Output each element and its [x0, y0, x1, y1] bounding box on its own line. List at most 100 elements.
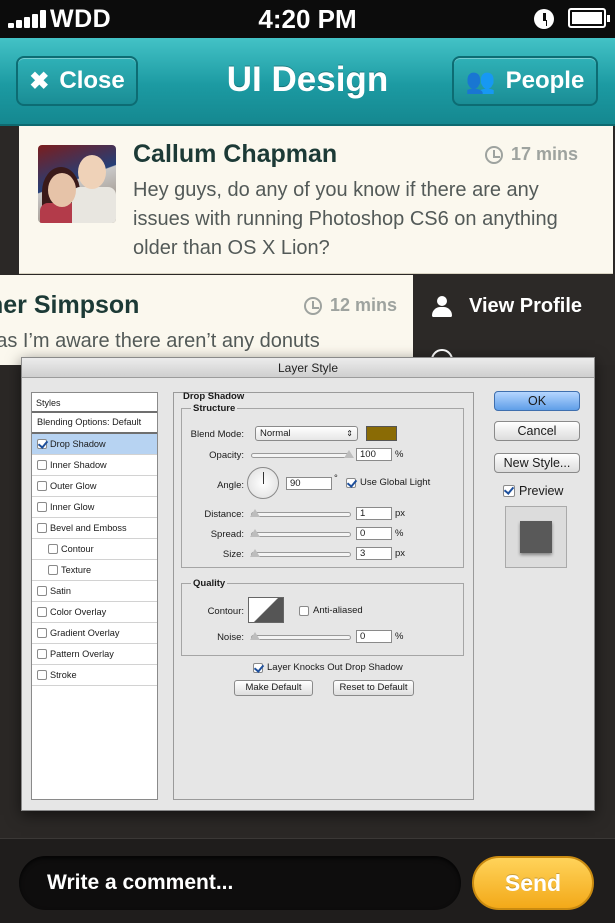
checkbox-checked-icon[interactable] [503, 485, 515, 497]
opacity-input[interactable]: 100 [356, 448, 392, 461]
checkbox-icon[interactable] [299, 605, 309, 616]
comment-input[interactable]: Write a comment... [19, 856, 461, 910]
style-item[interactable]: Gradient Overlay [32, 623, 157, 644]
style-item[interactable]: Satin [32, 581, 157, 602]
checkbox-checked-icon[interactable] [37, 439, 47, 449]
distance-input[interactable]: 1 [356, 507, 392, 520]
styles-header[interactable]: Styles [32, 393, 157, 413]
slider-thumb[interactable] [250, 509, 260, 517]
post-message: Hey guys, do any of you know if there ar… [133, 179, 558, 259]
style-preview [505, 506, 567, 568]
style-item[interactable]: Texture [32, 560, 157, 581]
send-button[interactable]: Send [472, 856, 594, 910]
noise-input[interactable]: 0 [356, 630, 392, 643]
comment-bar: Write a comment... Send [0, 838, 615, 923]
new-style-button[interactable]: New Style... [494, 453, 580, 473]
angle-input[interactable]: 90 [286, 477, 332, 490]
slider-thumb[interactable] [250, 632, 260, 640]
knocks-out-toggle[interactable]: Layer Knocks Out Drop Shadow [253, 662, 403, 673]
clock-icon [485, 145, 503, 164]
people-button[interactable]: 👥 People [452, 56, 598, 106]
people-icon: 👥 [465, 67, 496, 95]
distance-slider[interactable] [250, 509, 351, 517]
post-author[interactable]: Callum Chapman [133, 140, 337, 169]
checkbox-icon[interactable] [37, 670, 47, 680]
post-author[interactable]: her Simpson [0, 291, 139, 320]
status-bar: WDD 4:20 PM [0, 0, 615, 38]
spread-slider[interactable] [250, 529, 351, 537]
style-item[interactable]: Color Overlay [32, 602, 157, 623]
contour-label: Contour: [207, 606, 244, 617]
size-label: Size: [222, 549, 244, 560]
checkbox-icon[interactable] [37, 607, 47, 617]
style-item-label: Pattern Overlay [50, 648, 114, 659]
checkbox-icon[interactable] [48, 544, 58, 554]
post-time-text: 17 mins [511, 144, 579, 164]
style-item[interactable]: Pattern Overlay [32, 644, 157, 665]
reset-to-default-button[interactable]: Reset to Default [333, 680, 414, 696]
slider-thumb[interactable] [250, 529, 260, 537]
make-default-button[interactable]: Make Default [234, 680, 313, 696]
style-item[interactable]: Bevel and Emboss [32, 518, 157, 539]
checkbox-checked-icon[interactable] [253, 662, 263, 673]
preview-toggle[interactable]: Preview [503, 484, 563, 498]
preview-label: Preview [519, 484, 564, 498]
style-item[interactable]: Inner Glow [32, 497, 157, 518]
avatar[interactable] [38, 145, 116, 223]
style-item[interactable]: Outer Glow [32, 476, 157, 497]
checkbox-icon[interactable] [37, 628, 47, 638]
checkbox-icon[interactable] [37, 649, 47, 659]
contour-preview[interactable] [248, 597, 284, 623]
checkbox-icon[interactable] [37, 502, 47, 512]
drop-shadow-panel: Drop Shadow Structure Blend Mode: Normal… [173, 391, 474, 800]
slider-thumb[interactable] [250, 549, 260, 557]
view-profile-button[interactable]: View Profile [431, 295, 582, 318]
spread-input[interactable]: 0 [356, 527, 392, 540]
feed-post[interactable]: Callum Chapman 17 mins Hey guys, do any … [19, 126, 613, 274]
angle-dial[interactable] [247, 467, 279, 499]
noise-slider[interactable] [250, 632, 351, 640]
style-item[interactable]: Stroke [32, 665, 157, 686]
nav-header: ✖ Close UI Design 👥 People [0, 38, 615, 126]
anti-aliased-toggle[interactable]: Anti-aliased [299, 605, 363, 616]
checkbox-checked-icon[interactable] [346, 477, 356, 488]
use-global-light-toggle[interactable]: Use Global Light [346, 477, 430, 488]
checkbox-icon[interactable] [37, 586, 47, 596]
style-item-label: Stroke [50, 669, 77, 680]
section-title: Drop Shadow [183, 391, 245, 402]
checkbox-icon[interactable] [37, 481, 47, 491]
blending-options-item[interactable]: Blending Options: Default [32, 413, 157, 434]
style-item[interactable]: Contour [32, 539, 157, 560]
feed-post[interactable]: her Simpson 12 mins r as I’m aware there… [0, 275, 413, 365]
dropdown-arrows-icon: ⇕ [346, 429, 353, 438]
post-time-text: 12 mins [330, 295, 398, 315]
alarm-clock-icon [534, 9, 554, 29]
post-time: 17 mins [485, 144, 578, 165]
style-item-label: Inner Glow [50, 501, 95, 512]
style-item[interactable]: Inner Shadow [32, 455, 157, 476]
blend-mode-select[interactable]: Normal ⇕ [255, 426, 358, 441]
checkbox-icon[interactable] [37, 460, 47, 470]
user-icon [431, 295, 453, 318]
cancel-button[interactable]: Cancel [494, 421, 580, 441]
style-item-label: Satin [50, 585, 71, 596]
size-input[interactable]: 3 [356, 547, 392, 560]
opacity-slider[interactable] [251, 450, 354, 458]
people-button-label: People [505, 67, 585, 94]
checkbox-icon[interactable] [48, 565, 58, 575]
style-item-label: Inner Shadow [50, 459, 107, 470]
unit-px: px [395, 548, 406, 559]
ok-button[interactable]: OK [494, 391, 580, 411]
style-item[interactable]: Drop Shadow [32, 434, 157, 455]
clock-icon [304, 296, 322, 315]
blend-mode-label: Blend Mode: [190, 429, 244, 440]
shadow-color-swatch[interactable] [366, 426, 397, 441]
post-time: 12 mins [304, 295, 397, 316]
quality-group [181, 583, 464, 656]
distance-label: Distance: [204, 509, 244, 520]
layer-style-dialog: Layer Style Styles Blending Options: Def… [21, 357, 595, 811]
slider-thumb[interactable] [344, 450, 354, 458]
structure-title: Structure [191, 403, 238, 414]
size-slider[interactable] [250, 549, 351, 557]
checkbox-icon[interactable] [37, 523, 47, 533]
